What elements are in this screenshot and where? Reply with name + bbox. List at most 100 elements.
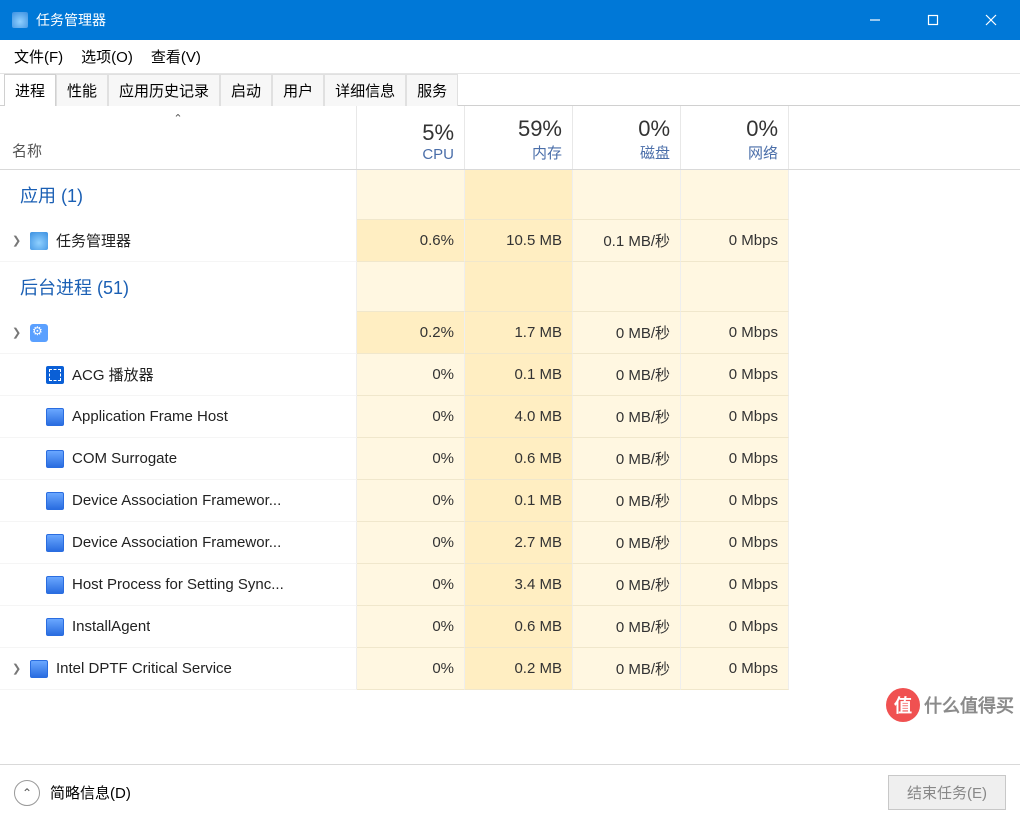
tab-5[interactable]: 详细信息	[324, 74, 406, 106]
cpu-cell: 0%	[357, 564, 465, 606]
cpu-cell: 0.2%	[357, 312, 465, 354]
network-cell: 0 Mbps	[681, 396, 789, 438]
tab-1[interactable]: 性能	[56, 74, 108, 106]
column-memory[interactable]: 59% 内存	[465, 106, 573, 169]
process-name-cell: ACG 播放器	[0, 354, 357, 396]
network-cell: 0 Mbps	[681, 648, 789, 690]
content-area: ⌃ 名称 5% CPU 59% 内存 0% 磁盘 0% 网络 应用 (1) ❯ …	[0, 106, 1020, 764]
network-cell: 0 Mbps	[681, 480, 789, 522]
close-button[interactable]	[962, 0, 1020, 40]
tab-3[interactable]: 启动	[220, 74, 272, 106]
process-icon	[46, 366, 64, 384]
cpu-cell: 0%	[357, 354, 465, 396]
column-network[interactable]: 0% 网络	[681, 106, 789, 169]
expand-icon[interactable]: ❯	[12, 326, 22, 339]
disk-cell: 0 MB/秒	[573, 312, 681, 354]
process-row[interactable]: Host Process for Setting Sync... 0% 3.4 …	[0, 564, 1020, 606]
memory-cell: 3.4 MB	[465, 564, 573, 606]
column-headers: ⌃ 名称 5% CPU 59% 内存 0% 磁盘 0% 网络	[0, 106, 1020, 170]
column-name[interactable]: ⌃ 名称	[0, 106, 357, 169]
process-icon	[30, 232, 48, 250]
process-name: InstallAgent	[72, 618, 150, 635]
memory-cell: 2.7 MB	[465, 522, 573, 564]
expand-icon[interactable]: ❯	[12, 662, 22, 675]
section-label: 应用 (1)	[0, 170, 357, 220]
menu-options[interactable]: 选项(O)	[75, 42, 139, 71]
network-cell: 0 Mbps	[681, 354, 789, 396]
section-header: 应用 (1)	[0, 170, 1020, 220]
process-name: 任务管理器	[56, 230, 131, 251]
process-icon	[30, 324, 48, 342]
expand-icon[interactable]: ❯	[12, 234, 22, 247]
tab-4[interactable]: 用户	[272, 74, 324, 106]
menu-file[interactable]: 文件(F)	[8, 42, 69, 71]
chevron-up-icon: ⌃	[14, 780, 40, 806]
network-cell: 0 Mbps	[681, 606, 789, 648]
process-icon	[46, 450, 64, 468]
process-row[interactable]: ❯ 任务管理器 0.6% 10.5 MB 0.1 MB/秒 0 Mbps	[0, 220, 1020, 262]
titlebar: 任务管理器	[0, 0, 1020, 40]
process-name: Application Frame Host	[72, 408, 228, 425]
section-header: 后台进程 (51)	[0, 262, 1020, 312]
network-cell: 0 Mbps	[681, 522, 789, 564]
process-name-cell: ❯ Intel DPTF Critical Service	[0, 648, 357, 690]
network-cell: 0 Mbps	[681, 220, 789, 262]
disk-cell: 0 MB/秒	[573, 564, 681, 606]
process-name-cell: ❯ 任务管理器	[0, 220, 357, 262]
disk-cell: 0 MB/秒	[573, 354, 681, 396]
memory-cell: 0.6 MB	[465, 606, 573, 648]
process-row[interactable]: ACG 播放器 0% 0.1 MB 0 MB/秒 0 Mbps	[0, 354, 1020, 396]
cpu-cell: 0%	[357, 648, 465, 690]
tab-2[interactable]: 应用历史记录	[108, 74, 220, 106]
end-task-button[interactable]: 结束任务(E)	[888, 775, 1006, 810]
process-row[interactable]: ❯ 0.2% 1.7 MB 0 MB/秒 0 Mbps	[0, 312, 1020, 354]
process-name-cell: Host Process for Setting Sync...	[0, 564, 357, 606]
cpu-cell: 0%	[357, 438, 465, 480]
disk-cell: 0 MB/秒	[573, 648, 681, 690]
process-icon	[46, 408, 64, 426]
disk-cell: 0 MB/秒	[573, 396, 681, 438]
process-name: Device Association Framewor...	[72, 492, 281, 509]
process-name-cell: Device Association Framewor...	[0, 480, 357, 522]
memory-cell: 0.1 MB	[465, 354, 573, 396]
menu-view[interactable]: 查看(V)	[145, 42, 207, 71]
network-cell: 0 Mbps	[681, 438, 789, 480]
process-row[interactable]: Device Association Framewor... 0% 2.7 MB…	[0, 522, 1020, 564]
column-disk[interactable]: 0% 磁盘	[573, 106, 681, 169]
tab-6[interactable]: 服务	[406, 74, 458, 106]
process-icon	[46, 576, 64, 594]
process-list[interactable]: 应用 (1) ❯ 任务管理器 0.6% 10.5 MB 0.1 MB/秒 0 M…	[0, 170, 1020, 764]
fewer-details-button[interactable]: ⌃ 简略信息(D)	[14, 780, 131, 806]
process-row[interactable]: COM Surrogate 0% 0.6 MB 0 MB/秒 0 Mbps	[0, 438, 1020, 480]
process-name: Device Association Framewor...	[72, 534, 281, 551]
memory-cell: 0.1 MB	[465, 480, 573, 522]
maximize-button[interactable]	[904, 0, 962, 40]
tab-0[interactable]: 进程	[4, 74, 56, 106]
memory-cell: 0.2 MB	[465, 648, 573, 690]
sort-indicator-icon: ⌃	[173, 112, 182, 125]
process-name: Host Process for Setting Sync...	[72, 576, 284, 593]
disk-cell: 0 MB/秒	[573, 480, 681, 522]
cpu-cell: 0%	[357, 480, 465, 522]
disk-cell: 0.1 MB/秒	[573, 220, 681, 262]
memory-cell: 10.5 MB	[465, 220, 573, 262]
process-icon	[46, 534, 64, 552]
column-cpu[interactable]: 5% CPU	[357, 106, 465, 169]
memory-cell: 0.6 MB	[465, 438, 573, 480]
process-row[interactable]: ❯ Intel DPTF Critical Service 0% 0.2 MB …	[0, 648, 1020, 690]
minimize-button[interactable]	[846, 0, 904, 40]
cpu-cell: 0%	[357, 522, 465, 564]
process-row[interactable]: InstallAgent 0% 0.6 MB 0 MB/秒 0 Mbps	[0, 606, 1020, 648]
network-cell: 0 Mbps	[681, 564, 789, 606]
process-name-cell: COM Surrogate	[0, 438, 357, 480]
window-title: 任务管理器	[36, 10, 106, 30]
cpu-cell: 0%	[357, 606, 465, 648]
cpu-cell: 0.6%	[357, 220, 465, 262]
process-row[interactable]: Device Association Framewor... 0% 0.1 MB…	[0, 480, 1020, 522]
process-row[interactable]: Application Frame Host 0% 4.0 MB 0 MB/秒 …	[0, 396, 1020, 438]
process-icon	[46, 618, 64, 636]
memory-cell: 4.0 MB	[465, 396, 573, 438]
process-name-cell: Device Association Framewor...	[0, 522, 357, 564]
process-name: Intel DPTF Critical Service	[56, 660, 232, 677]
process-icon	[30, 660, 48, 678]
